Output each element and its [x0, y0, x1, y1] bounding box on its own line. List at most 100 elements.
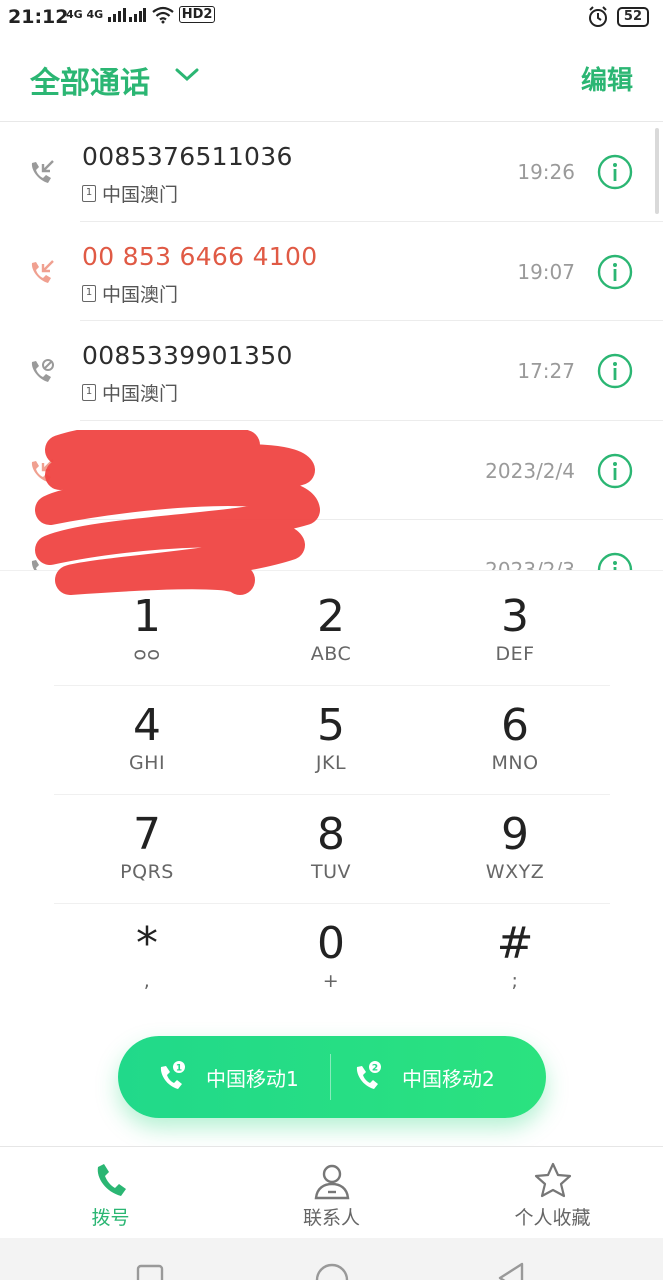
key-digit: 3: [501, 591, 529, 642]
person-icon: [314, 1164, 349, 1200]
location-label: 中国澳门: [102, 184, 179, 206]
dial-key-6[interactable]: 6 MNO: [423, 684, 607, 792]
call-log-row[interactable]: 0085339901350 1 中国澳门 17:27: [0, 321, 663, 421]
call-number: 0085376511036: [82, 142, 293, 171]
dial-key-hash[interactable]: # ;: [423, 902, 607, 1010]
sim-indicator: 1: [82, 384, 96, 401]
info-icon[interactable]: [597, 552, 633, 570]
dial-key-7[interactable]: 7 PQRS: [55, 793, 239, 901]
call-location: 1 中国澳门: [82, 180, 178, 207]
dial-key-9[interactable]: 9 WXYZ: [423, 793, 607, 901]
key-letters: MNO: [491, 752, 539, 774]
scrollbar[interactable]: [655, 128, 659, 214]
key-letters: DEF: [495, 643, 535, 665]
incoming-call-icon: [31, 160, 54, 183]
key-letters: TUV: [310, 861, 351, 883]
sim-indicator: 1: [82, 185, 96, 202]
dual-sim-call-button: 1 中国移动1 2 中国移动2: [118, 1036, 546, 1118]
call-number: 00 853 6466 4100: [82, 241, 318, 271]
call-location: 1 中国澳门: [82, 379, 178, 406]
chevron-down-icon[interactable]: [174, 66, 200, 84]
key-letters: ABC: [310, 643, 352, 665]
key-letters: PQRS: [120, 861, 174, 883]
call-time: 2023/2/4: [485, 458, 575, 483]
key-letters: ,: [143, 970, 151, 992]
key-digit: 0: [317, 918, 345, 969]
info-icon[interactable]: [597, 154, 633, 190]
key-letters: WXYZ: [485, 861, 545, 883]
key-letters: +: [322, 970, 340, 992]
call-number: 0085339901350: [82, 341, 293, 370]
info-icon[interactable]: [597, 353, 633, 389]
tab-favorites[interactable]: 个人收藏: [442, 1147, 663, 1239]
key-digit: #: [496, 918, 534, 969]
info-icon[interactable]: [597, 453, 633, 489]
sim2-label: 中国移动2: [402, 1066, 495, 1091]
bottom-nav: 拨号 联系人 个人收藏: [0, 1146, 663, 1238]
star-icon: [534, 1162, 571, 1198]
status-right: 52: [587, 6, 649, 28]
hd-badge: HD2: [178, 6, 216, 23]
dial-key-3[interactable]: 3 DEF: [423, 575, 607, 683]
call-time: 2023/2/3: [485, 558, 575, 570]
call-log-row[interactable]: 00 853 6466 4100 1 中国澳门 19:07: [0, 222, 663, 321]
dial-key-4[interactable]: 4 GHI: [55, 684, 239, 792]
status-time: 21:12: [8, 6, 69, 28]
redaction-scribble: [35, 430, 320, 595]
key-letters: JKL: [315, 752, 347, 774]
key-letters: ;: [511, 970, 519, 992]
key-digit: 4: [133, 700, 161, 751]
key-letters: GHI: [128, 752, 166, 774]
edit-button[interactable]: 编辑: [581, 60, 633, 97]
home-icon[interactable]: [314, 1262, 350, 1280]
missed-call-icon: [31, 259, 54, 283]
wifi-icon: [152, 6, 174, 24]
dial-key-5[interactable]: 5 JKL: [239, 684, 423, 792]
back-icon[interactable]: [496, 1262, 526, 1280]
phone-sim2-icon: 2: [356, 1061, 381, 1089]
tab-label: 拨号: [91, 1207, 130, 1229]
sim1-label: 中国移动1: [206, 1066, 299, 1091]
call-filter-title[interactable]: 全部通话: [30, 58, 150, 102]
header: 全部通话 编辑: [0, 36, 663, 122]
location-label: 中国澳门: [102, 283, 179, 306]
location-label: 中国澳门: [102, 383, 179, 405]
phone-icon: [97, 1164, 126, 1196]
call-time: 17:27: [517, 359, 575, 383]
divider: [330, 1054, 331, 1100]
info-icon[interactable]: [597, 254, 633, 290]
key-digit: *: [136, 918, 158, 969]
tab-contacts[interactable]: 联系人: [221, 1147, 442, 1239]
call-log-row[interactable]: 0085376511036 1 中国澳门 19:26: [0, 122, 663, 222]
signal-bars-icon: [108, 8, 147, 22]
call-sim2-button[interactable]: 2 中国移动2: [352, 1036, 495, 1118]
recent-apps-icon[interactable]: [136, 1264, 166, 1280]
key-digit: 5: [317, 700, 345, 751]
status-bar: 21:12 4G 4G HD2 52: [0, 0, 663, 36]
phone-sim1-icon: 1: [160, 1061, 185, 1089]
battery-indicator: 52: [616, 7, 649, 27]
svg-text:2: 2: [372, 1064, 378, 1074]
key-digit: 9: [501, 809, 529, 860]
key-digit: 8: [317, 809, 345, 860]
call-location: 1 中国澳门: [82, 280, 178, 307]
call-time: 19:26: [517, 160, 575, 184]
system-nav-bar: [0, 1238, 663, 1280]
sim-indicator: 1: [82, 284, 96, 302]
call-sim1-button[interactable]: 1 中国移动1: [156, 1036, 299, 1118]
key-digit: 7: [133, 809, 161, 860]
dial-key-0[interactable]: 0 +: [239, 902, 423, 1010]
key-digit: 6: [501, 700, 529, 751]
dial-key-8[interactable]: 8 TUV: [239, 793, 423, 901]
blocked-call-icon: [31, 359, 54, 382]
alarm-icon: [588, 6, 607, 27]
network-label: 4G 4G: [66, 8, 104, 21]
signal-icon: 4G 4G HD2: [66, 6, 216, 24]
svg-text:1: 1: [176, 1064, 182, 1074]
call-time: 19:07: [517, 259, 575, 284]
tab-dial[interactable]: 拨号: [0, 1147, 221, 1239]
dial-key-star[interactable]: * ,: [55, 902, 239, 1010]
tab-label: 个人收藏: [514, 1207, 591, 1229]
tab-label: 联系人: [302, 1207, 360, 1229]
voicemail-icon: ᴑᴑ: [133, 643, 161, 665]
